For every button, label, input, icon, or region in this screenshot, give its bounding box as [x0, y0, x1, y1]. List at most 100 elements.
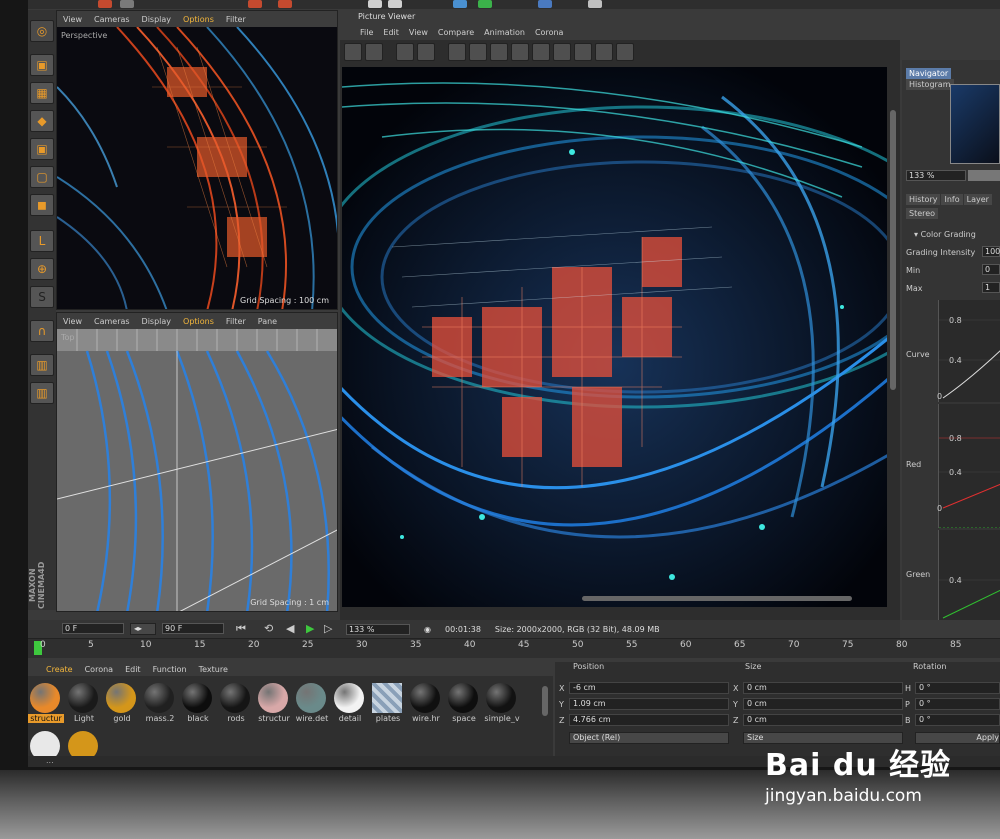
- compare-icon[interactable]: [532, 43, 550, 61]
- tab-histogram[interactable]: Histogram: [906, 79, 954, 90]
- lock-icon[interactable]: ▥: [30, 354, 54, 376]
- menu-edit[interactable]: Edit: [383, 28, 399, 37]
- menu-panel[interactable]: Pane: [258, 317, 277, 326]
- max-field[interactable]: 1: [982, 282, 1000, 293]
- vertical-scrollbar[interactable]: [890, 110, 896, 390]
- min-field[interactable]: 0: [982, 264, 1000, 275]
- record-icon[interactable]: [278, 0, 292, 8]
- navigator-zoom-slider[interactable]: [968, 170, 1000, 181]
- green-graph[interactable]: 0.4: [938, 530, 1000, 620]
- menu-options[interactable]: Options: [183, 15, 214, 24]
- color-grading-section[interactable]: ▾ Color Grading: [914, 230, 976, 239]
- materials-scrollbar[interactable]: [542, 686, 548, 716]
- material-swatch[interactable]: Light: [66, 680, 102, 724]
- region-icon[interactable]: [396, 43, 414, 61]
- material-swatch[interactable]: structur: [256, 680, 292, 724]
- axis-icon[interactable]: L: [30, 230, 54, 252]
- render-view-icon[interactable]: [368, 0, 382, 8]
- zoom-field[interactable]: 133 %: [346, 623, 410, 635]
- current-frame-field[interactable]: 0 F: [62, 623, 124, 634]
- split-icon[interactable]: [553, 43, 571, 61]
- tab-history[interactable]: History: [906, 194, 941, 205]
- render-icon[interactable]: [388, 0, 402, 8]
- menu-cameras[interactable]: Cameras: [94, 15, 130, 24]
- workplane-lock-icon[interactable]: ▥: [30, 382, 54, 404]
- open-icon[interactable]: [344, 43, 362, 61]
- magnet-icon[interactable]: ∩: [30, 320, 54, 342]
- render-all-icon[interactable]: [511, 43, 529, 61]
- material-swatch[interactable]: mass.2: [142, 680, 178, 724]
- tab-info[interactable]: Info: [941, 194, 963, 205]
- material-swatch[interactable]: space: [446, 680, 482, 724]
- top-viewport[interactable]: View Cameras Display Options Filter Pane…: [56, 312, 338, 612]
- dots-icon[interactable]: [616, 43, 634, 61]
- menu-corona[interactable]: Corona: [85, 665, 113, 674]
- end-frame-field[interactable]: 90 F: [162, 623, 224, 634]
- render-region-icon[interactable]: [448, 43, 466, 61]
- prev-key-icon[interactable]: ⟲: [264, 622, 273, 635]
- size-z-field[interactable]: 0 cm: [743, 714, 903, 726]
- menu-display[interactable]: Display: [142, 15, 172, 24]
- menu-animation[interactable]: Animation: [484, 28, 525, 37]
- render-view-icon[interactable]: [490, 43, 508, 61]
- material-swatch[interactable]: structur: [28, 680, 64, 724]
- material-swatch[interactable]: simple_v: [484, 680, 520, 724]
- rotation-b-field[interactable]: 0 °: [915, 714, 1000, 726]
- step-forward-icon[interactable]: ▷: [324, 622, 332, 635]
- position-x-field[interactable]: -6 cm: [569, 682, 729, 694]
- menu-filter[interactable]: Filter: [226, 317, 246, 326]
- timeline-ruler[interactable]: 0 5 10 15 20 25 30 35 40 45 50 55 60 65 …: [28, 638, 1000, 658]
- ab-icon[interactable]: [574, 43, 592, 61]
- navigator-thumbnail[interactable]: [950, 84, 1000, 164]
- rotation-h-field[interactable]: 0 °: [915, 682, 1000, 694]
- record-icon[interactable]: [98, 0, 112, 8]
- menu-file[interactable]: File: [360, 28, 373, 37]
- horizontal-scrollbar[interactable]: [582, 596, 852, 601]
- material-swatch[interactable]: wire.det: [294, 680, 330, 724]
- generator-icon[interactable]: [478, 0, 492, 8]
- tool-icon[interactable]: [120, 0, 134, 8]
- snap-icon[interactable]: S: [30, 286, 54, 308]
- menu-cameras[interactable]: Cameras: [94, 317, 130, 326]
- object-icon[interactable]: [453, 0, 467, 8]
- tab-layer[interactable]: Layer: [963, 194, 992, 205]
- edges-mode-icon[interactable]: ▢: [30, 166, 54, 188]
- floor-icon[interactable]: [538, 0, 552, 8]
- menu-view[interactable]: View: [63, 15, 82, 24]
- tab-stereo[interactable]: Stereo: [906, 208, 939, 219]
- play-icon[interactable]: ▶: [306, 622, 314, 635]
- menu-create[interactable]: Create: [46, 665, 73, 674]
- step-back-icon[interactable]: ◀: [286, 622, 294, 635]
- menu-filter[interactable]: Filter: [226, 15, 246, 24]
- material-swatch[interactable]: plates: [370, 680, 406, 724]
- workplane-icon[interactable]: ◆: [30, 110, 54, 132]
- menu-view[interactable]: View: [409, 28, 428, 37]
- material-swatch[interactable]: gold: [104, 680, 140, 724]
- size-x-field[interactable]: 0 cm: [743, 682, 903, 694]
- grading-intensity-field[interactable]: 100: [982, 246, 1000, 257]
- record-icon[interactable]: [248, 0, 262, 8]
- menu-corona[interactable]: Corona: [535, 28, 563, 37]
- save-icon[interactable]: [365, 43, 383, 61]
- material-swatch[interactable]: wire.hr: [408, 680, 444, 724]
- texture-mode-icon[interactable]: ▦: [30, 82, 54, 104]
- position-z-field[interactable]: 4.766 cm: [569, 714, 729, 726]
- menu-edit[interactable]: Edit: [125, 665, 141, 674]
- material-swatch[interactable]: rods: [218, 680, 254, 724]
- coordinate-mode-dropdown[interactable]: Object (Rel): [569, 732, 729, 744]
- material-swatch[interactable]: detail: [332, 680, 368, 724]
- position-y-field[interactable]: 1.09 cm: [569, 698, 729, 710]
- polygons-mode-icon[interactable]: ◼: [30, 194, 54, 216]
- curve-graph[interactable]: 0.8 0.4 0: [937, 300, 1000, 402]
- go-to-start-icon[interactable]: ⏮: [236, 622, 246, 636]
- menu-function[interactable]: Function: [153, 665, 187, 674]
- model-mode-icon[interactable]: ▣: [30, 54, 54, 76]
- tool-icon[interactable]: ◎: [30, 20, 54, 42]
- menu-view[interactable]: View: [63, 317, 82, 326]
- material-swatch[interactable]: black: [180, 680, 216, 724]
- ab-swap-icon[interactable]: [595, 43, 613, 61]
- grid-icon[interactable]: [417, 43, 435, 61]
- rotation-p-field[interactable]: 0 °: [915, 698, 1000, 710]
- render-active-icon[interactable]: [469, 43, 487, 61]
- tweak-icon[interactable]: ⊕: [30, 258, 54, 280]
